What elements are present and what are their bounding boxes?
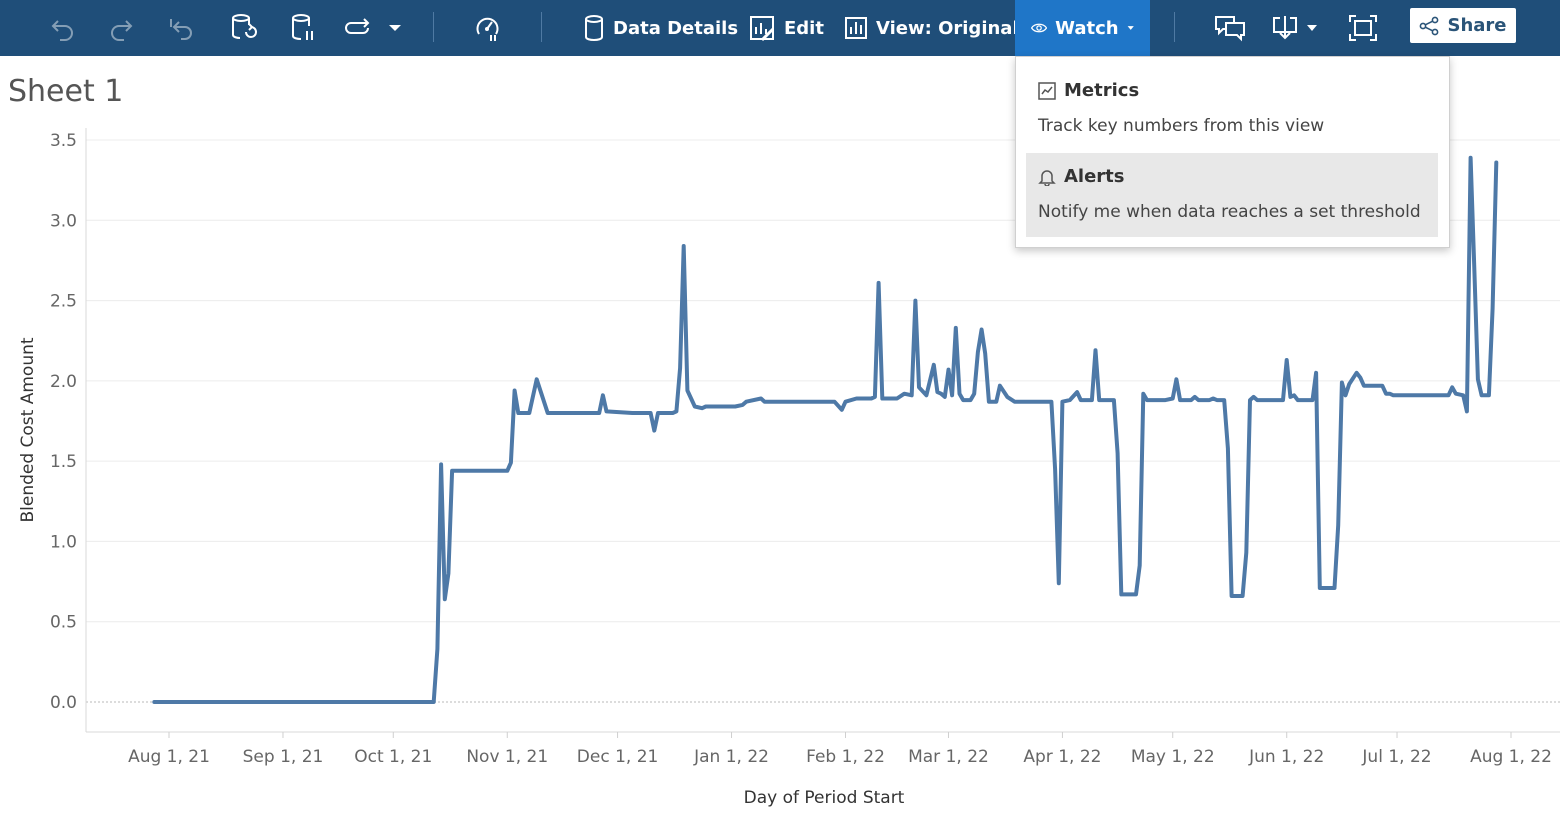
y-tick-label: 0.5: [50, 613, 77, 633]
x-tick-label: Apr 1, 22: [1023, 747, 1101, 767]
x-tick-label: Dec 1, 21: [577, 747, 659, 767]
redo-icon: [111, 20, 133, 41]
redo-button[interactable]: [108, 0, 134, 56]
menu-item-label: Alerts: [1064, 166, 1125, 187]
replay-icon: [345, 18, 370, 34]
speedometer-icon: [476, 17, 499, 41]
y-tick-label: 3.0: [50, 211, 77, 231]
x-axis-title: Day of Period Start: [744, 788, 905, 808]
watch-dropdown-menu: Metrics Track key numbers from this view…: [1015, 56, 1450, 248]
menu-item-alerts[interactable]: Alerts Notify me when data reaches a set…: [1026, 153, 1438, 237]
menu-item-metrics-header: Metrics: [1038, 80, 1139, 101]
x-tick-label: Jul 1, 22: [1361, 747, 1431, 767]
y-tick-label: 1.0: [50, 532, 77, 552]
full-screen-button[interactable]: [1348, 0, 1378, 56]
y-tick-label: 2.0: [50, 372, 77, 392]
share-icon: [1420, 16, 1439, 35]
menu-item-label: Metrics: [1064, 80, 1140, 101]
undo-icon: [51, 20, 73, 41]
menu-item-description: Notify me when data reaches a set thresh…: [1038, 202, 1421, 222]
x-tick-label: Mar 1, 22: [908, 747, 989, 767]
x-tick-label: May 1, 22: [1131, 747, 1215, 767]
data-details-button[interactable]: Data Details: [583, 0, 738, 56]
eye-icon: [1031, 23, 1048, 33]
revert-button[interactable]: [168, 0, 196, 56]
menu-item-metrics[interactable]: Metrics Track key numbers from this view: [1026, 67, 1438, 151]
edit-button[interactable]: Edit: [748, 0, 824, 56]
refresh-data-icon: [232, 14, 257, 39]
toolbar-divider: [433, 12, 434, 42]
menu-item-alerts-header: Alerts: [1038, 166, 1125, 187]
view-label: View: Original: [876, 17, 1019, 39]
edit-label: Edit: [784, 17, 824, 39]
share-button[interactable]: Share: [1410, 8, 1516, 43]
data-details-label: Data Details: [613, 17, 739, 39]
download-button[interactable]: [1272, 0, 1318, 56]
toolbar-divider: [1174, 12, 1175, 42]
metrics-button[interactable]: [474, 0, 502, 56]
x-tick-label: Sep 1, 21: [243, 747, 324, 767]
toolbar-divider: [541, 12, 542, 42]
view-original-button[interactable]: View: Original: [844, 0, 1019, 56]
y-tick-label: 1.5: [50, 452, 77, 472]
caret-down-icon: [1127, 26, 1134, 30]
x-tick-label: Oct 1, 21: [354, 747, 432, 767]
pause-updates-button[interactable]: [290, 0, 316, 56]
x-tick-label: Aug 1, 21: [128, 747, 210, 767]
menu-item-description: Track key numbers from this view: [1038, 116, 1325, 136]
undo-button[interactable]: [50, 0, 76, 56]
toolbar: Data Details Edit View: Original Watch S…: [0, 0, 1560, 56]
caret-down-icon: [1307, 25, 1317, 31]
watch-button[interactable]: Watch: [1015, 0, 1150, 56]
y-axis-title: Blended Cost Amount: [18, 337, 38, 522]
watch-label: Watch: [1055, 17, 1119, 39]
x-tick-label: Jun 1, 22: [1248, 747, 1324, 767]
x-tick-label: Jan 1, 22: [693, 747, 769, 767]
bell-icon: [1038, 169, 1056, 186]
comments-icon: [1215, 16, 1245, 42]
edit-chart-icon: [750, 16, 775, 42]
caret-down-icon: [389, 25, 401, 31]
pause-data-icon: [292, 14, 313, 40]
metrics-icon: [1038, 81, 1056, 100]
share-label: Share: [1447, 15, 1507, 36]
x-tick-label: Feb 1, 22: [806, 747, 885, 767]
y-tick-label: 2.5: [50, 292, 77, 312]
revert-icon: [170, 19, 192, 40]
full-screen-icon: [1349, 15, 1377, 41]
sheet-title: Sheet 1: [8, 74, 124, 109]
bar-chart-icon: [845, 17, 867, 39]
y-tick-label: 0.0: [50, 693, 77, 713]
database-icon: [585, 15, 603, 41]
refresh-data-button[interactable]: [230, 0, 258, 56]
x-tick-label: Aug 1, 22: [1470, 747, 1552, 767]
replay-animation-button[interactable]: [342, 0, 372, 56]
x-tick-label: Nov 1, 21: [466, 747, 548, 767]
y-tick-label: 3.5: [50, 131, 77, 151]
comments-button[interactable]: [1214, 0, 1246, 56]
download-icon: [1273, 16, 1297, 40]
replay-dropdown-button[interactable]: [388, 0, 402, 56]
